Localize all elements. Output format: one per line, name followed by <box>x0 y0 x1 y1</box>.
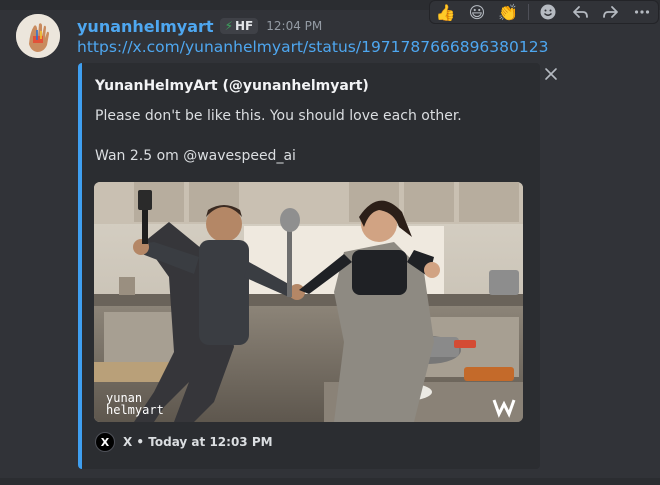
username[interactable]: yunanhelmyart <box>77 17 214 36</box>
close-icon[interactable] <box>544 66 558 80</box>
message-link[interactable]: https://x.com/yunanhelmyart/status/19717… <box>77 38 548 56</box>
toolbar-divider <box>527 4 529 20</box>
avatar[interactable] <box>16 14 60 58</box>
reaction-clap[interactable]: 👏 <box>497 1 520 23</box>
forward-icon[interactable] <box>599 1 622 23</box>
embed-image[interactable]: yunan helmyart <box>94 182 523 422</box>
message-header: yunanhelmyart ⚡ HF 12:04 PM <box>77 14 322 38</box>
x-logo-icon: X <box>95 432 115 452</box>
role-badge[interactable]: ⚡ HF <box>219 18 259 34</box>
timestamp[interactable]: 12:04 PM <box>266 19 322 33</box>
add-reaction-icon[interactable] <box>537 1 560 23</box>
reply-icon[interactable] <box>568 1 591 23</box>
embed-footer: X X • Today at 12:03 PM <box>95 432 273 452</box>
role-badge-label: HF <box>235 19 254 33</box>
embed-description-line: Wan 2.5 om @wavespeed_ai <box>95 148 296 164</box>
embed-footer-text: X • Today at 12:03 PM <box>123 435 273 449</box>
embed-author[interactable]: YunanHelmyArt (@yunanhelmyart) <box>95 78 369 94</box>
lightning-bolt-icon: ⚡ <box>224 19 233 33</box>
reaction-smile[interactable]: 😃 <box>465 1 488 23</box>
embed-description-line: Please don't be like this. You should lo… <box>95 108 462 124</box>
more-icon[interactable] <box>631 1 654 23</box>
reaction-thumbs-up[interactable]: 👍 <box>434 1 457 23</box>
message-toolbar: 👍 😃 👏 <box>429 0 659 24</box>
bottom-bar <box>0 478 660 485</box>
watermark-line: helmyart <box>106 403 164 417</box>
